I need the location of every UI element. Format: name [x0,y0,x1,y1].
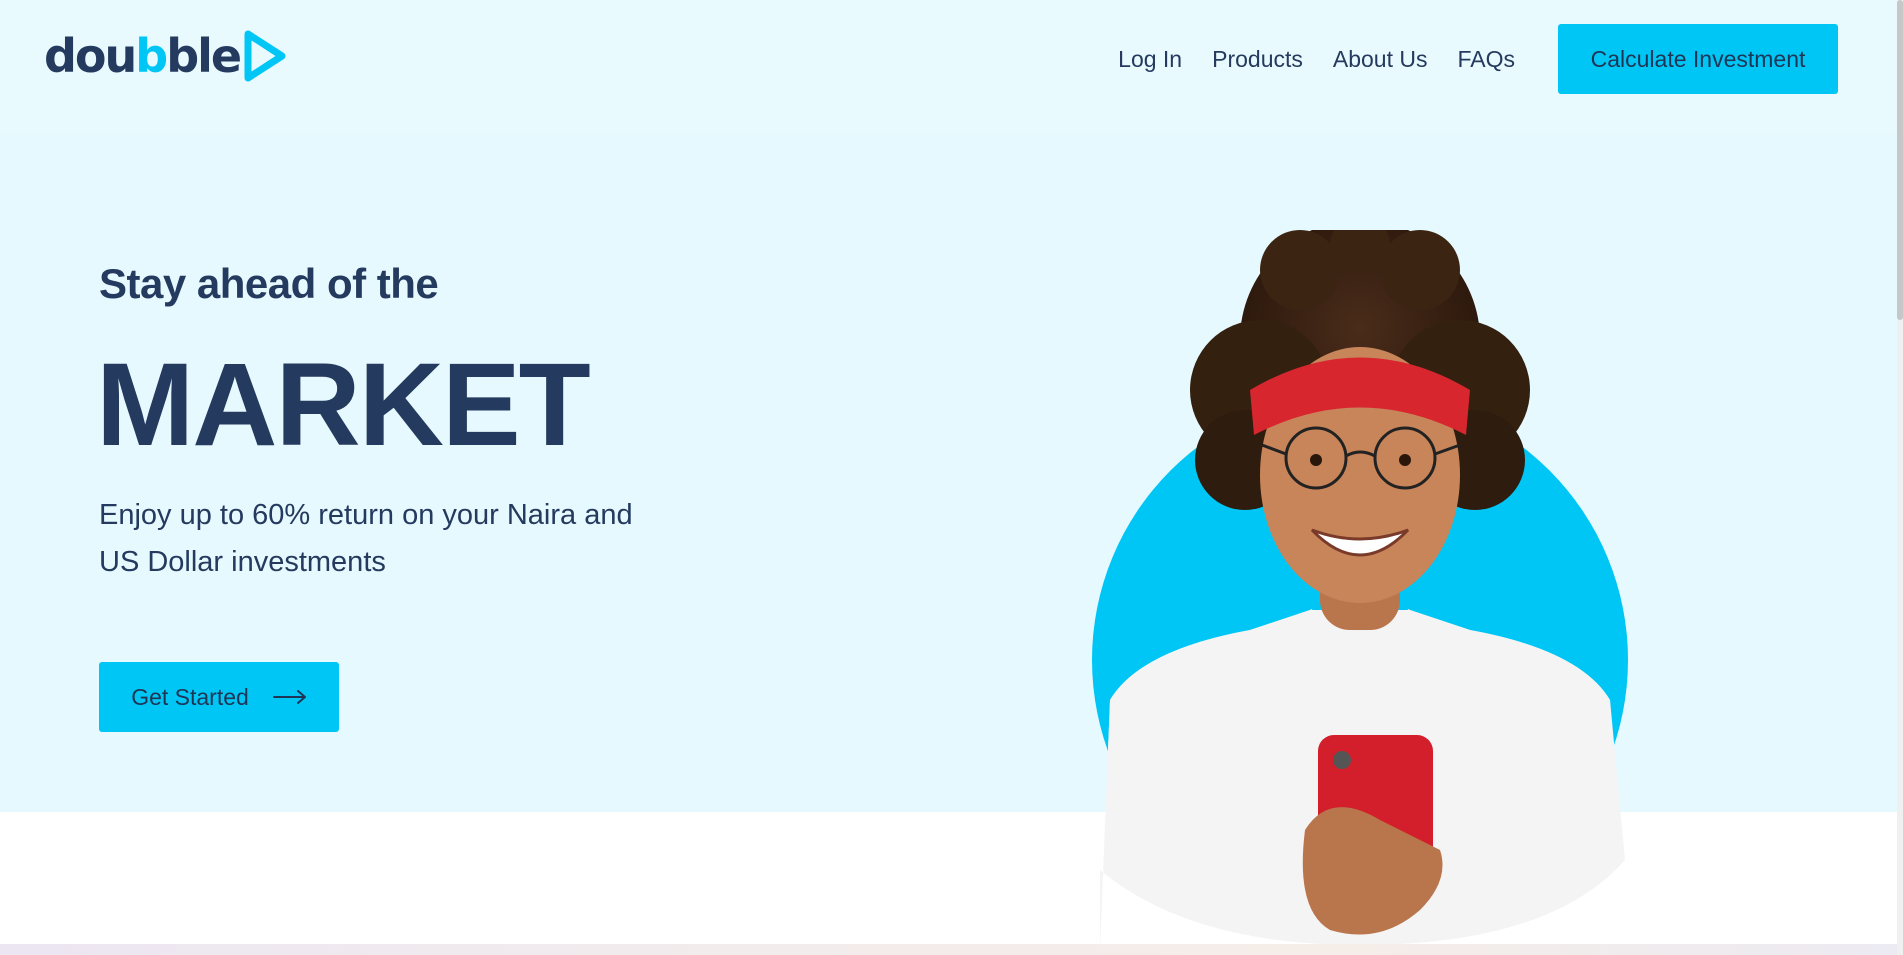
hero-title: MARKET [96,339,591,471]
calculate-investment-button[interactable]: Calculate Investment [1558,24,1838,94]
nav-about-us-link[interactable]: About Us [1333,40,1428,78]
site-header: doubble Log In Products About Us FAQs Ca… [0,0,1897,134]
get-started-label: Get Started [131,683,249,710]
arrow-right-icon [272,690,306,704]
nav-login-link[interactable]: Log In [1118,40,1182,78]
hero-pre-title: Stay ahead of the [99,260,439,307]
nav-products-link[interactable]: Products [1212,40,1303,78]
main-nav: Log In Products About Us FAQs [1118,40,1515,78]
play-icon [244,30,286,82]
scrollbar-thumb[interactable] [1897,0,1903,320]
hero-image [1092,230,1628,950]
logo[interactable]: doubble [44,28,286,84]
scrollbar[interactable] [1897,0,1903,955]
hero-subtitle: Enjoy up to 60% return on your Naira and… [99,499,633,578]
nav-faqs-link[interactable]: FAQs [1457,40,1515,78]
bottom-strip [0,944,1903,955]
get-started-button[interactable]: Get Started [99,662,339,732]
page: doubble Log In Products About Us FAQs Ca… [0,0,1903,955]
logo-wordmark: doubble [44,29,242,83]
